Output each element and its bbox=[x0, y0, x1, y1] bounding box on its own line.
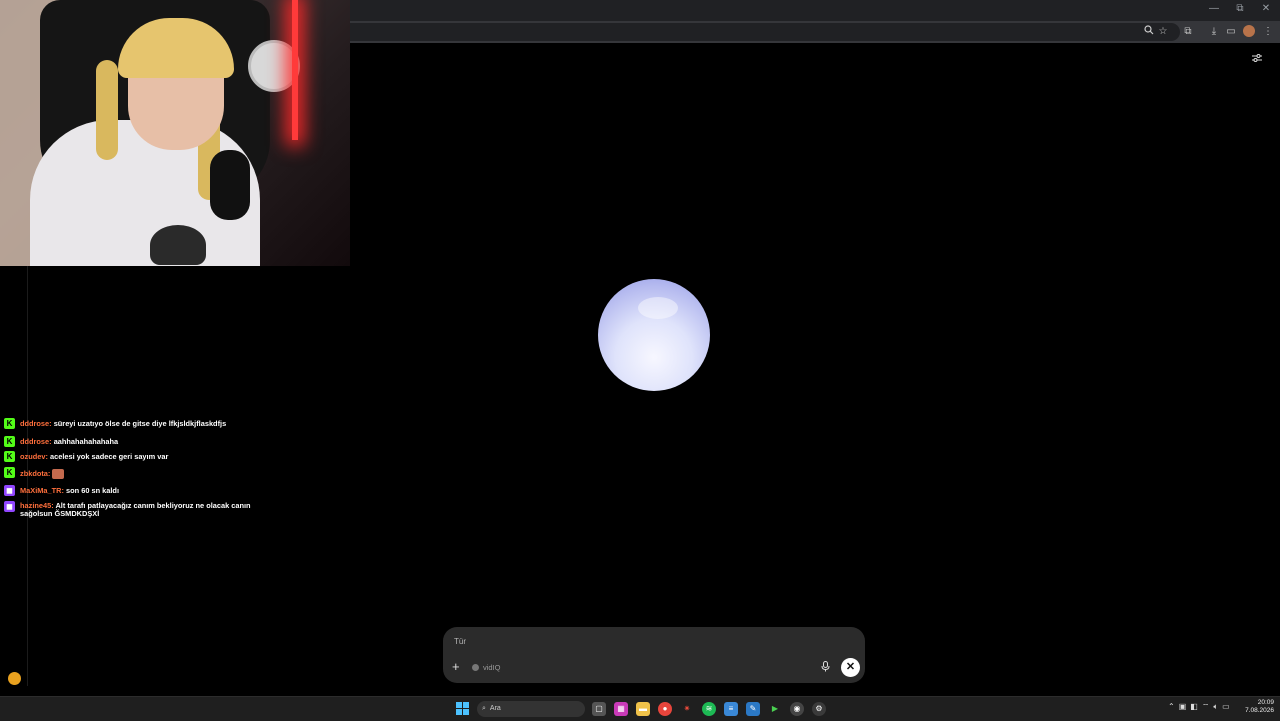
chat-text: süreyi uzatıyo ölse de gitse diye lfkjsl… bbox=[53, 419, 227, 428]
chat-message: K zbkdota: bbox=[4, 467, 254, 479]
cast-icon[interactable]: ▭ bbox=[1224, 25, 1238, 39]
chat-overlay: K dddrose: süreyi uzatıyo ölse de gitse … bbox=[4, 418, 254, 518]
restore-button[interactable]: ⧉ bbox=[1234, 3, 1246, 14]
obs-icon[interactable]: ◉ bbox=[790, 702, 804, 716]
clock-time: 20:09 bbox=[1257, 699, 1274, 706]
emote-image bbox=[52, 469, 65, 479]
menu-icon[interactable]: ⋮ bbox=[1261, 25, 1275, 39]
webcam-microphone bbox=[210, 150, 250, 220]
paint-icon[interactable]: ✎ bbox=[746, 702, 760, 716]
close-voice-button[interactable]: ✕ bbox=[841, 658, 860, 677]
chat-message: K dddrose: süreyi uzatıyo ölse de gitse … bbox=[4, 418, 254, 429]
tune-settings-icon[interactable] bbox=[1252, 52, 1262, 66]
kick-badge-icon: K bbox=[4, 467, 15, 478]
kick-badge-icon: K bbox=[4, 436, 15, 447]
address-bar[interactable] bbox=[350, 23, 1180, 41]
browser-toolbar: ☆ ⧉ ⤓ ▭ ⋮ bbox=[350, 21, 1280, 43]
chrome-icon[interactable]: ● bbox=[658, 702, 672, 716]
extensions-icon[interactable]: ⧉ bbox=[1181, 25, 1195, 39]
model-icon bbox=[472, 664, 479, 671]
profile-avatar[interactable] bbox=[1243, 25, 1255, 37]
twitch-badge-icon: ◼ bbox=[4, 485, 15, 496]
chat-text: aahhahahahahaha bbox=[53, 437, 119, 446]
webcam-feed bbox=[0, 0, 350, 266]
taskbar: ⌕ Ara ▢ ▦ ▬ ● ✷ ≋ ≡ ✎ ▶ ◉ ⚙ ⌃ ▣ ◧ ⌔ 🔈︎ ▭ … bbox=[0, 696, 1280, 721]
taskbar-search[interactable]: ⌕ Ara bbox=[477, 701, 585, 717]
app-icon-red[interactable]: ✷ bbox=[680, 702, 694, 716]
chat-text: acelesi yok sadece geri sayım var bbox=[49, 452, 169, 461]
browser-title-bar: — ⧉ ✕ bbox=[350, 0, 1280, 21]
chevron-up-icon[interactable]: ⌃ bbox=[1168, 702, 1175, 712]
kick-badge-icon: K bbox=[4, 418, 15, 429]
chat-username: zbkdota: bbox=[20, 468, 51, 478]
webcam-braid-left bbox=[96, 60, 118, 160]
search-placeholder: Ara bbox=[489, 705, 501, 712]
widgets-icon[interactable]: ▦ bbox=[614, 702, 628, 716]
start-button[interactable] bbox=[456, 702, 469, 715]
close-window-button[interactable]: ✕ bbox=[1260, 3, 1272, 14]
tray-app-icon[interactable]: ▣ bbox=[1179, 702, 1187, 712]
webcam-neon-light bbox=[292, 0, 298, 140]
settings-icon[interactable]: ⚙ bbox=[812, 702, 826, 716]
prompt-composer[interactable]: Tür + vidIQ ✕ bbox=[443, 627, 865, 683]
minimize-button[interactable]: — bbox=[1208, 3, 1220, 14]
play-icon[interactable]: ▶ bbox=[768, 702, 782, 716]
add-button[interactable]: + bbox=[452, 659, 460, 674]
system-tray: ⌃ ▣ ◧ ⌔ 🔈︎ ▭ bbox=[1168, 702, 1230, 712]
file-explorer-icon[interactable]: ▬ bbox=[636, 702, 650, 716]
chat-username: dddrose: bbox=[20, 419, 52, 428]
notepad-icon[interactable]: ≡ bbox=[724, 702, 738, 716]
download-icon[interactable]: ⤓ bbox=[1207, 25, 1221, 39]
chat-text: Alt tarafı patlayacağız canım bekliyoruz… bbox=[20, 501, 251, 518]
voice-orb bbox=[598, 279, 710, 391]
search-icon: ⌕ bbox=[482, 705, 486, 712]
clock-date: 7.08.2026 bbox=[1245, 707, 1274, 714]
window-controls: — ⧉ ✕ bbox=[1208, 3, 1272, 14]
twitch-badge-icon: ◼ bbox=[4, 501, 15, 512]
model-selector[interactable]: vidIQ bbox=[472, 663, 501, 672]
network-icon[interactable]: ⌔ bbox=[1202, 702, 1210, 712]
task-view-icon[interactable]: ▢ bbox=[592, 702, 606, 716]
prompt-input[interactable]: Tür bbox=[454, 637, 466, 646]
notification-dot-icon[interactable] bbox=[8, 672, 21, 685]
chat-username: MaXiMa_TR: bbox=[20, 486, 64, 495]
chat-message: ◼ MaXiMa_TR: son 60 sn kaldı bbox=[4, 485, 254, 496]
taskbar-apps: ▢ ▦ ▬ ● ✷ ≋ ≡ ✎ ▶ ◉ ⚙ bbox=[592, 702, 826, 716]
chat-message: K ozudev: acelesi yok sadece geri sayım … bbox=[4, 451, 254, 462]
model-label: vidIQ bbox=[483, 663, 501, 672]
webcam-shirt-print bbox=[150, 225, 206, 265]
clock[interactable]: 20:09 7.08.2026 bbox=[1236, 699, 1274, 715]
chat-text: son 60 sn kaldı bbox=[66, 486, 120, 495]
zoom-icon[interactable] bbox=[1142, 25, 1156, 39]
kick-badge-icon: K bbox=[4, 451, 15, 462]
chat-message: ◼ hazine45: Alt tarafı patlayacağız canı… bbox=[4, 501, 254, 518]
tray-app-icon[interactable]: ◧ bbox=[1190, 702, 1198, 712]
battery-icon[interactable]: ▭ bbox=[1222, 702, 1230, 712]
orb-cloud bbox=[638, 297, 678, 319]
chat-message: K dddrose: aahhahahahahaha bbox=[4, 436, 254, 447]
microphone-icon[interactable] bbox=[821, 661, 830, 675]
volume-icon[interactable]: 🔈︎ bbox=[1213, 702, 1218, 712]
spotify-icon[interactable]: ≋ bbox=[702, 702, 716, 716]
star-icon[interactable]: ☆ bbox=[1156, 25, 1170, 39]
chat-username: dddrose: bbox=[20, 437, 52, 446]
chat-username: ozudev: bbox=[20, 452, 48, 461]
